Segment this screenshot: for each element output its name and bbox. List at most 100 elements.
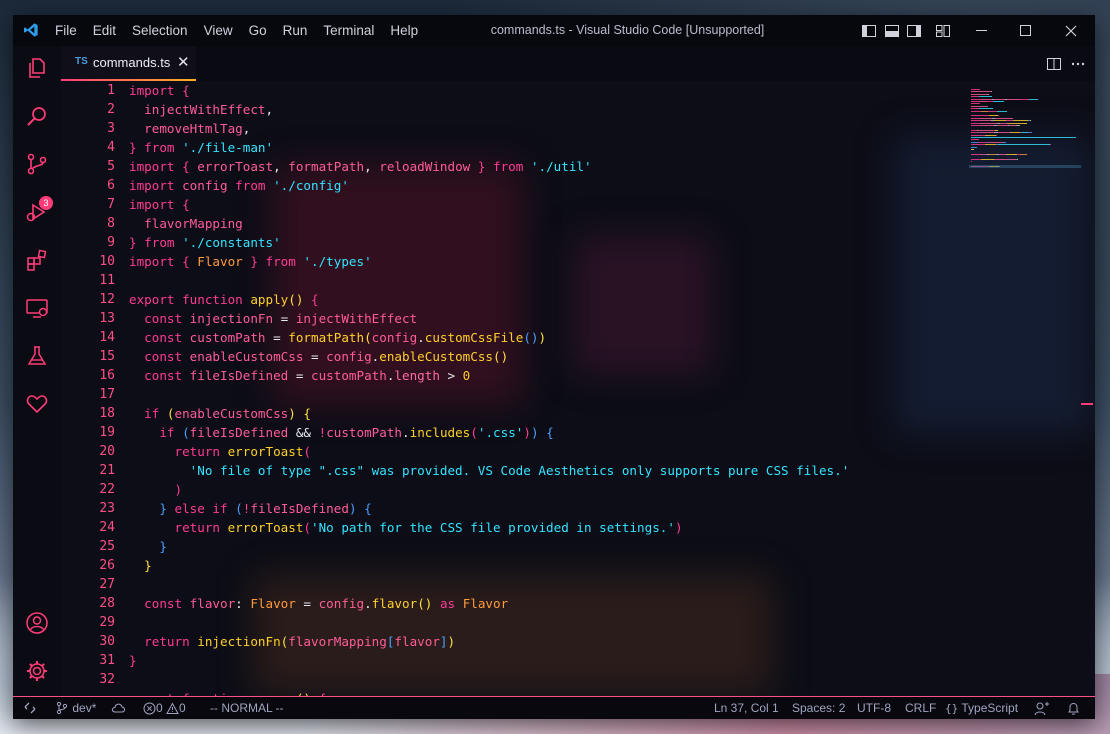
code-token: import [129,197,183,212]
code-line[interactable]: flavorMapping [129,214,969,233]
line-number: 12 [99,292,115,307]
code-token: if [129,425,183,440]
code-token: from [235,178,274,193]
sync-status[interactable] [111,697,126,719]
extensions-icon[interactable] [25,248,49,272]
code-line[interactable]: const enableCustomCss = config.enableCus… [129,347,969,366]
account-icon[interactable] [25,611,49,635]
code-line[interactable]: removeHtmlTag, [129,119,969,138]
settings-gear-icon[interactable] [25,659,49,683]
code-line[interactable]: const flavor: Flavor = config.flavor() a… [129,594,969,613]
code-line[interactable]: return errorToast('No path for the CSS f… [129,518,969,537]
git-branch[interactable]: dev* [55,697,96,719]
code-line[interactable]: import { [129,81,969,100]
line-number: 22 [99,482,115,497]
indentation[interactable]: Spaces: 2 [792,697,845,719]
code-line[interactable]: 'No file of type ".css" was provided. VS… [129,461,969,480]
split-editor-icon[interactable] [1046,56,1062,72]
code-line[interactable]: import config from './config' [129,176,969,195]
code-token: . [364,596,372,611]
code-line[interactable]: if (fileIsDefined && !customPath.include… [129,423,969,442]
code-line[interactable]: } from './constants' [129,233,969,252]
warning-icon [166,702,179,714]
code-line[interactable] [129,271,969,290]
remote-indicator[interactable] [23,697,37,719]
problems-indicator[interactable]: 0 0 [143,697,186,719]
code-line[interactable]: } [129,651,969,670]
feedback-icon[interactable] [1034,701,1050,717]
testing-icon[interactable] [25,344,49,368]
scrollbar-cursor-marker [1081,403,1093,405]
code-line[interactable]: if (enableCustomCss) { [129,404,969,423]
code-line[interactable]: export function remove() { [129,689,969,696]
code-editor[interactable]: 1 2 3 4 5 6 7 8 9 10 11 12 13 14 15 16 17 18 19 20 21 22 23 24 2… [61,81,1095,696]
end-of-line[interactable]: CRLF [905,697,936,719]
code-line[interactable] [129,575,969,594]
menu-selection[interactable]: Selection [124,15,196,46]
minimap-token [979,89,980,90]
explorer-icon[interactable] [25,56,49,80]
tab-close-icon[interactable]: ✕ [177,53,190,71]
code-line[interactable]: } [129,556,969,575]
menu-view[interactable]: View [196,15,241,46]
code-line[interactable]: export function apply() { [129,290,969,309]
line-number: 21 [99,463,115,478]
toggle-panel-icon[interactable] [884,23,900,39]
code-line[interactable]: import { errorToast, formatPath, reloadW… [129,157,969,176]
code-token: as [439,596,463,611]
code-token: Flavor [197,254,243,269]
close-window-button[interactable] [1049,15,1093,46]
source-control-icon[interactable] [25,152,49,176]
code-area[interactable]: import { injectWithEffect, removeHtmlTag… [129,81,969,696]
menu-edit[interactable]: Edit [85,15,124,46]
code-line[interactable]: const fileIsDefined = customPath.length … [129,366,969,385]
minimap-token [971,117,980,119]
menu-file[interactable]: File [47,15,85,46]
cursor-position[interactable]: Ln 37, Col 1 [714,697,779,719]
search-icon[interactable] [25,104,49,128]
line-number: 2 [107,102,115,117]
code-line[interactable]: import { [129,195,969,214]
code-line[interactable]: } [129,537,969,556]
code-line[interactable]: } from './file-man' [129,138,969,157]
code-token: from [265,254,304,269]
minimap-token [971,146,977,148]
vscode-logo-icon[interactable] [23,21,39,39]
code-line[interactable]: } else if (!fileIsDefined) { [129,499,969,518]
minimap-token [994,158,1008,160]
menu-run[interactable]: Run [275,15,316,46]
code-line[interactable]: ) [129,480,969,499]
customize-layout-icon[interactable] [935,23,951,39]
minimize-button[interactable] [959,15,1003,46]
more-actions-icon[interactable] [1070,56,1086,72]
code-token: injectionFn [197,634,281,649]
minimap-slider[interactable] [969,165,1081,168]
code-line[interactable]: return injectionFn(flavorMapping[flavor]… [129,632,969,651]
code-line[interactable]: import { Flavor } from './types' [129,252,969,271]
minimap-token [1017,158,1018,160]
file-encoding[interactable]: UTF-8 [857,697,891,719]
code-line[interactable] [129,613,969,632]
notifications-bell-icon[interactable] [1066,701,1081,716]
toggle-primary-sidebar-icon[interactable] [861,23,877,39]
remote-explorer-icon[interactable] [25,296,49,320]
code-line[interactable]: return errorToast( [129,442,969,461]
minimap-token [980,153,987,155]
code-line[interactable]: const customPath = formatPath(config.cus… [129,328,969,347]
heart-icon[interactable] [25,392,49,416]
code-line[interactable]: const injectionFn = injectWithEffect [129,309,969,328]
minimap[interactable] [969,81,1081,171]
code-token: ) [530,425,547,440]
code-line[interactable] [129,385,969,404]
menu-go[interactable]: Go [241,15,275,46]
code-line[interactable]: injectWithEffect, [129,100,969,119]
toggle-secondary-sidebar-icon[interactable] [906,23,922,39]
code-line[interactable] [129,670,969,689]
menu-terminal[interactable]: Terminal [315,15,382,46]
language-mode[interactable]: {} TypeScript [945,697,1018,719]
menu-help[interactable]: Help [382,15,426,46]
code-token: { [364,501,372,516]
run-debug-icon[interactable] [25,200,49,224]
tab-commands-ts[interactable]: TS commands.ts ✕ [61,46,196,81]
maximize-button[interactable] [1003,15,1047,46]
